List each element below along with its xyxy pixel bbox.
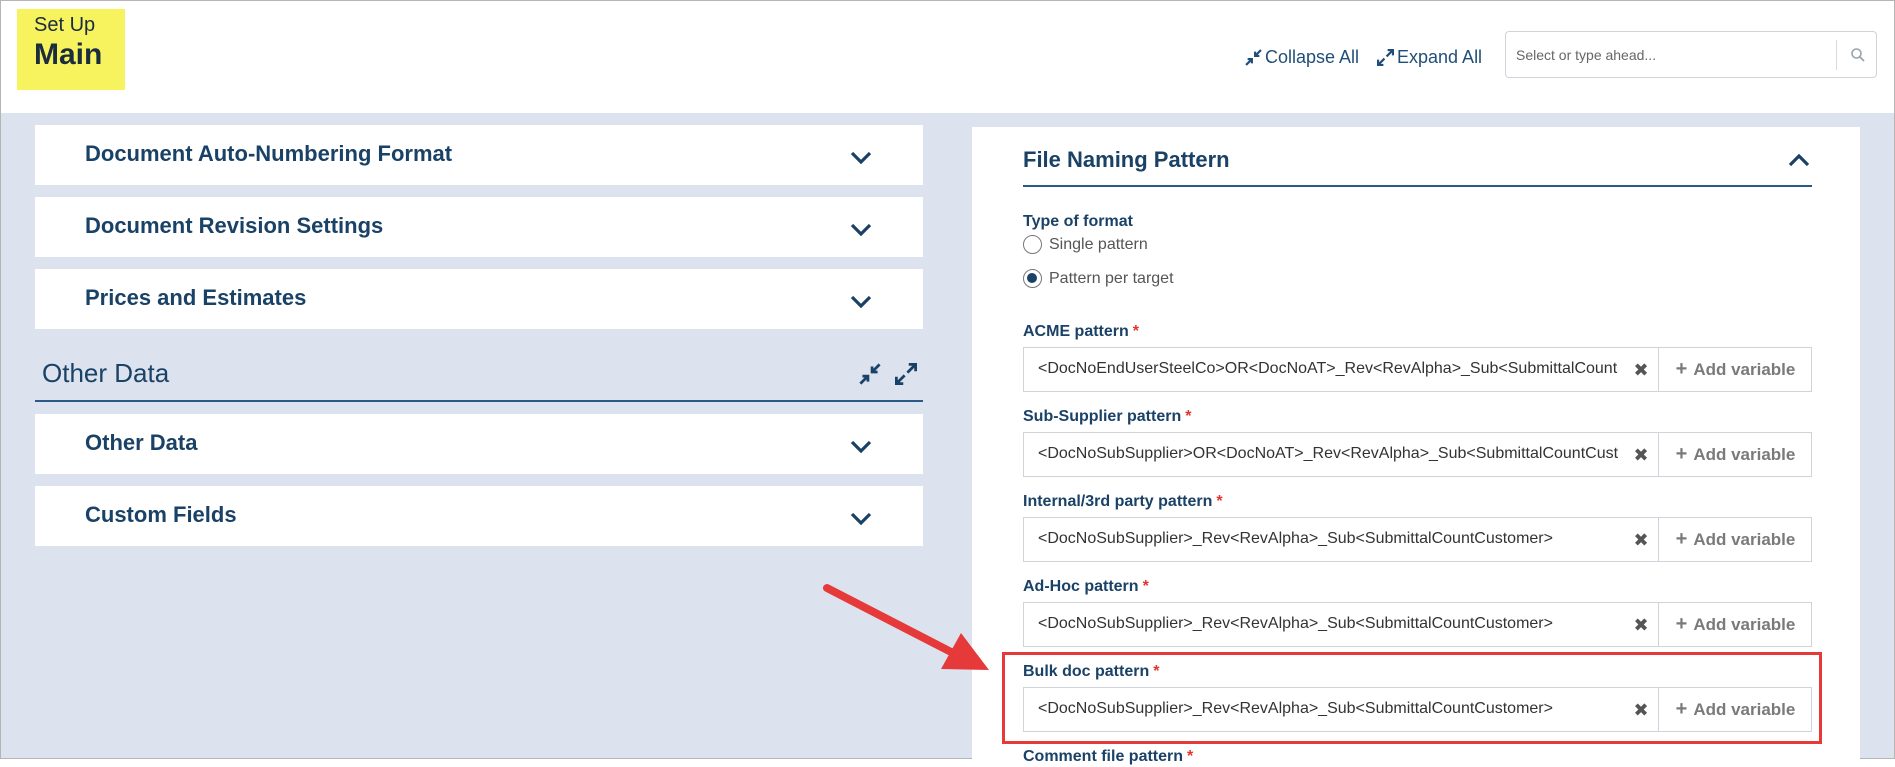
chevron-down-icon[interactable] [850,223,872,237]
required-mark: * [1142,578,1149,595]
required-mark: * [1132,323,1140,340]
add-variable-button[interactable]: + Add variable [1658,433,1812,476]
panel-document-auto-numbering[interactable]: Document Auto-Numbering Format [35,125,923,185]
field-label-comment-file: Comment file pattern * [1023,748,1193,766]
collapse-all-label: Collapse All [1265,47,1360,67]
add-variable-button[interactable]: + Add variable [1658,603,1812,646]
clear-icon[interactable]: ✖ [1632,615,1650,635]
chevron-down-icon[interactable] [850,440,872,454]
panel-title: Custom Fields [85,502,237,527]
chevron-down-icon[interactable] [850,512,872,526]
plus-icon: + [1675,613,1688,635]
expand-section-icon[interactable] [895,363,917,385]
search-icon[interactable] [1850,47,1866,63]
panel-custom-fields[interactable]: Custom Fields [35,486,923,546]
ad-hoc-pattern-input[interactable]: <DocNoSubSupplier>_Rev<RevAlpha>_Sub<Sub… [1038,615,1618,633]
highlight-box [1002,652,1822,744]
panel-title: Other Data [85,430,198,455]
radio-circle [1023,235,1042,254]
field-label-sub-supplier: Sub-Supplier pattern * [1023,408,1191,426]
chevron-down-icon[interactable] [850,295,872,309]
sub-supplier-pattern-input[interactable]: <DocNoSubSupplier>OR<DocNoAT>_Rev<RevAlp… [1038,445,1618,463]
sub-supplier-pattern-field: <DocNoSubSupplier>OR<DocNoAT>_Rev<RevAlp… [1023,432,1812,477]
label-text: Internal/3rd party pattern [1023,493,1213,510]
add-variable-label: Add variable [1693,359,1796,379]
field-label-acme: ACME pattern * [1023,323,1139,341]
header-bar: Set Up Main Collapse All Expand All [1,1,1894,113]
panel-title: File Naming Pattern [1023,147,1230,172]
field-label-internal-3rd-party: Internal/3rd party pattern * [1023,493,1223,511]
radio-label: Single pattern [1049,235,1148,253]
acme-pattern-input[interactable]: <DocNoEndUserSteelCo>OR<DocNoAT>_Rev<Rev… [1038,360,1618,378]
clear-icon[interactable]: ✖ [1632,530,1650,550]
radio-label: Pattern per target [1049,269,1174,287]
badge-title: Main [34,38,103,71]
section-heading-other-data: Other Data [42,358,170,388]
expand-all-link[interactable]: Expand All [1377,47,1482,68]
search-input[interactable] [1514,40,1834,70]
search-box [1505,31,1877,78]
panel-divider [1023,185,1812,187]
add-variable-button[interactable]: + Add variable [1658,348,1812,391]
label-text: Ad-Hoc pattern [1023,578,1139,595]
field-label-ad-hoc: Ad-Hoc pattern * [1023,578,1149,596]
type-of-format-label: Type of format [1023,213,1133,230]
setup-main-badge: Set Up Main [17,9,125,90]
required-mark: * [1187,748,1194,765]
panel-title: Prices and Estimates [85,285,307,310]
chevron-up-icon[interactable] [1788,153,1810,167]
search-divider [1836,40,1837,70]
clear-icon[interactable]: ✖ [1632,445,1650,465]
chevron-down-icon[interactable] [850,151,872,165]
label-text: Sub-Supplier pattern [1023,408,1182,425]
add-variable-label: Add variable [1693,614,1796,634]
collapse-section-icon[interactable] [859,363,881,385]
panel-prices-and-estimates[interactable]: Prices and Estimates [35,269,923,329]
label-text: Comment file pattern [1023,748,1184,765]
plus-icon: + [1675,358,1688,380]
add-variable-label: Add variable [1693,444,1796,464]
label-text: ACME pattern [1023,323,1129,340]
radio-single-pattern[interactable]: Single pattern [1023,235,1148,254]
ad-hoc-pattern-field: <DocNoSubSupplier>_Rev<RevAlpha>_Sub<Sub… [1023,602,1812,647]
expand-all-label: Expand All [1397,47,1483,67]
panel-title: Document Auto-Numbering Format [85,141,453,166]
add-variable-label: Add variable [1693,529,1796,549]
collapse-icon [1245,49,1262,66]
collapse-all-link[interactable]: Collapse All [1245,47,1359,68]
radio-pattern-per-target[interactable]: Pattern per target [1023,269,1174,288]
panel-other-data[interactable]: Other Data [35,414,923,474]
required-mark: * [1216,493,1223,510]
plus-icon: + [1675,528,1688,550]
expand-icon [1377,49,1394,66]
internal-3rd-party-pattern-input[interactable]: <DocNoSubSupplier>_Rev<RevAlpha>_Sub<Sub… [1038,530,1618,548]
radio-circle-selected [1023,269,1042,288]
panel-document-revision-settings[interactable]: Document Revision Settings [35,197,923,257]
required-mark: * [1185,408,1192,425]
section-divider [35,400,923,402]
internal-3rd-party-pattern-field: <DocNoSubSupplier>_Rev<RevAlpha>_Sub<Sub… [1023,517,1812,562]
panel-title: Document Revision Settings [85,213,384,238]
badge-subtitle: Set Up [34,14,96,36]
acme-pattern-field: <DocNoEndUserSteelCo>OR<DocNoAT>_Rev<Rev… [1023,347,1812,392]
add-variable-button[interactable]: + Add variable [1658,518,1812,561]
plus-icon: + [1675,443,1688,465]
clear-icon[interactable]: ✖ [1632,360,1650,380]
